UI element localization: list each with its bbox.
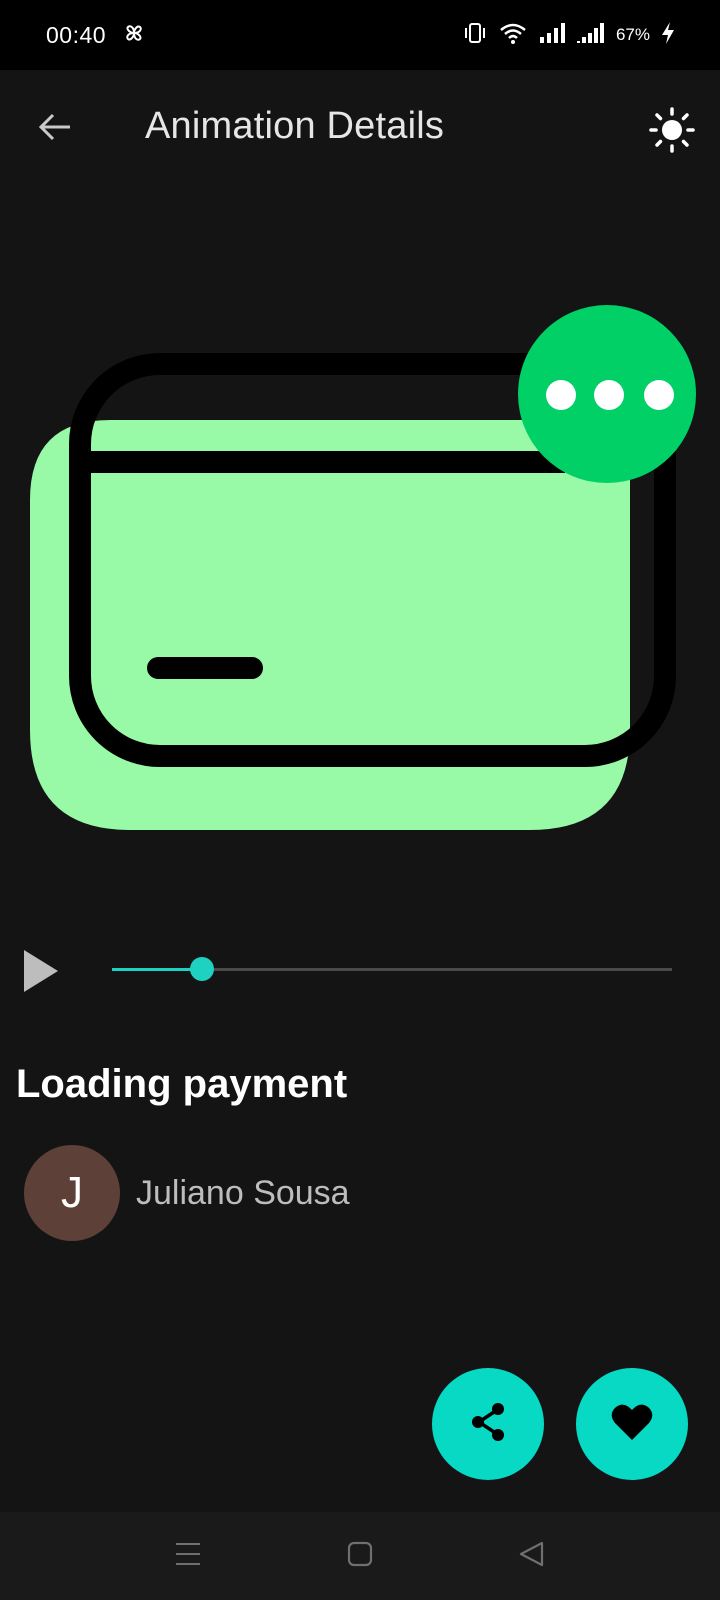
status-time: 00:40 bbox=[46, 21, 107, 48]
animation-preview bbox=[0, 290, 720, 850]
loading-dot bbox=[546, 380, 576, 410]
status-left: 00:40 bbox=[46, 21, 146, 50]
animation-title: Loading payment bbox=[16, 1062, 348, 1106]
seek-slider[interactable] bbox=[112, 957, 672, 981]
player-controls bbox=[0, 930, 720, 1010]
menu-button[interactable] bbox=[164, 1532, 212, 1580]
vibrate-icon bbox=[462, 21, 488, 50]
battery-percent: 67% bbox=[615, 25, 650, 44]
back-nav-button[interactable] bbox=[508, 1532, 556, 1580]
card-shadow-shape bbox=[30, 420, 630, 830]
system-nav-bar bbox=[0, 1512, 720, 1600]
author-row[interactable]: J Juliano Sousa bbox=[24, 1145, 350, 1241]
loading-dot bbox=[644, 380, 674, 410]
heart-icon bbox=[610, 1402, 654, 1447]
share-icon bbox=[466, 1400, 510, 1449]
menu-icon bbox=[174, 1541, 202, 1572]
pinwheel-icon bbox=[122, 21, 146, 50]
avatar: J bbox=[24, 1145, 120, 1241]
back-button[interactable] bbox=[30, 104, 80, 154]
theme-toggle-button[interactable] bbox=[644, 104, 700, 160]
play-button[interactable] bbox=[22, 948, 62, 994]
share-button[interactable] bbox=[432, 1368, 544, 1480]
status-right: 67% bbox=[462, 21, 676, 50]
status-bar: 00:40 67% bbox=[0, 0, 720, 70]
wifi-icon bbox=[498, 21, 528, 50]
app-bar: Animation Details bbox=[0, 70, 720, 188]
charging-icon bbox=[660, 21, 676, 50]
like-button[interactable] bbox=[576, 1368, 688, 1480]
arrow-left-icon bbox=[37, 109, 73, 150]
author-name: Juliano Sousa bbox=[136, 1173, 350, 1212]
signal-icon bbox=[538, 21, 566, 50]
loading-dot bbox=[594, 380, 624, 410]
back-triangle-icon bbox=[518, 1540, 546, 1573]
page-title: Animation Details bbox=[145, 105, 445, 147]
home-button[interactable] bbox=[336, 1532, 384, 1580]
play-icon bbox=[22, 950, 62, 998]
signal-icon bbox=[576, 21, 606, 50]
sun-icon bbox=[648, 106, 696, 159]
seek-progress bbox=[112, 968, 202, 971]
home-square-icon bbox=[347, 1541, 373, 1572]
seek-thumb[interactable] bbox=[189, 957, 214, 981]
card-loading-illustration bbox=[30, 305, 696, 830]
